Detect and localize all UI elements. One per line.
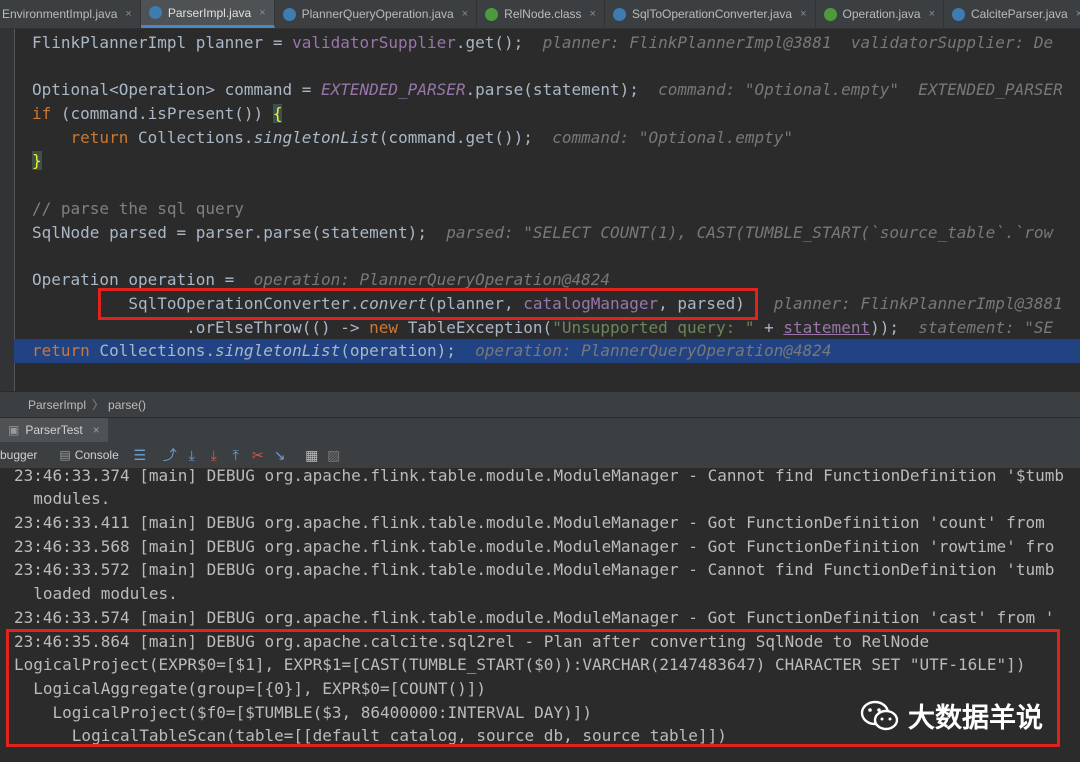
drop-frame-icon[interactable]: ✂	[247, 445, 269, 465]
tab-debugger[interactable]: bugger	[0, 448, 37, 462]
tab-label: CalciteParser.java	[971, 7, 1068, 21]
code-line: Optional<Operation> command = EXTENDED_P…	[32, 80, 1063, 99]
code-line: SqlNode parsed = parser.parse(statement)…	[32, 223, 1054, 242]
tab-run-config[interactable]: ▣ ParserTest ×	[0, 418, 108, 442]
close-icon[interactable]: ×	[125, 8, 131, 20]
wechat-icon	[860, 700, 899, 730]
close-icon[interactable]: ×	[462, 8, 468, 20]
log-line: 23:46:33.574 [main] DEBUG org.apache.fli…	[14, 608, 1055, 627]
log-line: 23:46:33.572 [main] DEBUG org.apache.fli…	[14, 560, 1055, 579]
debug-toolbar: bugger ▤ Console ☰ ⤴ ⤓ ⤓ ⤒ ✂ ↘ ▦ ▨	[0, 442, 1080, 469]
tab-label: Operation.java	[842, 7, 921, 21]
tab-console[interactable]: Console	[75, 448, 119, 462]
breadcrumb-file[interactable]: ParserImpl	[28, 398, 86, 412]
tab-label: SqlToOperationConverter.java	[631, 7, 793, 21]
watermark-text: 大数据羊说	[908, 703, 1043, 733]
debug-inline-value: planner: FlinkPlannerImpl@3881 validator…	[542, 33, 1054, 52]
debug-inline-value: operation: PlannerQueryOperation@4824	[253, 270, 610, 289]
step-over-icon[interactable]: ⤓	[181, 445, 203, 465]
debug-inline-value: parsed: "SELECT COUNT(1), CAST(TUMBLE_ST…	[446, 223, 1054, 242]
log-line: 23:46:33.374 [main] DEBUG org.apache.fli…	[14, 469, 1064, 485]
tab-label: ParserImpl.java	[167, 5, 252, 20]
tab-planner-query-operation[interactable]: PlannerQueryOperation.java ×	[275, 0, 478, 28]
tab-label: PlannerQueryOperation.java	[301, 7, 454, 21]
log-line: 23:46:33.568 [main] DEBUG org.apache.fli…	[14, 537, 1055, 556]
code-line: }	[32, 151, 42, 170]
close-icon[interactable]: ×	[1076, 8, 1080, 20]
breadcrumb: ParserImpl 〉 parse()	[0, 391, 1080, 417]
menu-lines-icon[interactable]: ☰	[129, 445, 151, 465]
editor-gutter[interactable]	[0, 29, 15, 391]
show-execution-point-icon[interactable]: ⤴	[159, 445, 181, 465]
code-line: FlinkPlannerImpl planner = validatorSupp…	[32, 33, 1054, 52]
class-icon	[282, 7, 296, 21]
close-icon[interactable]: ×	[929, 8, 935, 20]
step-out-icon[interactable]: ⤒	[225, 445, 247, 465]
interface-icon	[823, 7, 837, 21]
code-line: return Collections.singletonList(command…	[70, 128, 794, 147]
evaluate-expression-icon[interactable]: ▦	[301, 445, 323, 465]
tab-label: RelNode.class	[504, 7, 582, 21]
log-line: modules.	[14, 489, 111, 508]
tab-relnode[interactable]: RelNode.class ×	[477, 0, 605, 28]
class-icon	[952, 7, 965, 21]
close-icon[interactable]: ×	[590, 8, 596, 20]
debug-inline-value: planner: FlinkPlannerImpl@3881	[773, 294, 1063, 313]
code-line: return Collections.singletonList(operati…	[32, 341, 832, 360]
trace-icon[interactable]: ▨	[323, 445, 345, 465]
breadcrumb-separator: 〉	[92, 398, 105, 412]
run-to-cursor-icon[interactable]: ↘	[269, 445, 291, 465]
class-icon	[612, 7, 626, 21]
log-line: loaded modules.	[14, 584, 178, 603]
breadcrumb-method[interactable]: parse()	[108, 398, 146, 412]
console-icon: ▤	[59, 448, 71, 462]
editor-tab-bar: EnvironmentImpl.java × ParserImpl.java × P…	[0, 0, 1080, 29]
close-icon[interactable]: ×	[93, 423, 100, 437]
tab-calcite-parser[interactable]: CalciteParser.java ×	[944, 0, 1080, 28]
code-line: if (command.isPresent()) {	[32, 104, 283, 123]
debug-inline-value: command: "Optional.empty" EXTENDED_PARSE…	[658, 80, 1063, 99]
run-config-label: ParserTest	[25, 423, 83, 437]
log-line: 23:46:33.411 [main] DEBUG org.apache.fli…	[14, 513, 1045, 532]
tab-sql-to-operation-converter[interactable]: SqlToOperationConverter.java ×	[605, 0, 816, 28]
tab-label: EnvironmentImpl.java	[2, 7, 118, 21]
close-icon[interactable]: ×	[800, 8, 806, 20]
code-line: // parse the sql query	[32, 199, 244, 218]
class-icon	[148, 6, 162, 19]
tab-environment-impl[interactable]: EnvironmentImpl.java ×	[0, 0, 141, 28]
annotation-box-convert	[98, 288, 758, 320]
tab-operation[interactable]: Operation.java ×	[816, 0, 944, 28]
close-icon[interactable]: ×	[259, 7, 265, 19]
interface-icon	[485, 7, 499, 21]
debug-inline-value: statement: "SE	[918, 318, 1054, 337]
watermark: 大数据羊说	[860, 696, 1043, 735]
debug-tool-window-header: ▣ ParserTest ×	[0, 417, 1080, 442]
step-into-icon[interactable]: ⤓	[203, 445, 225, 465]
debug-inline-value: operation: PlannerQueryOperation@4824	[475, 341, 832, 360]
tab-parser-impl[interactable]: ParserImpl.java ×	[140, 0, 275, 28]
code-editor[interactable]: FlinkPlannerImpl planner = validatorSupp…	[0, 29, 1080, 391]
test-icon: ▣	[8, 423, 20, 437]
debug-inline-value: command: "Optional.empty"	[552, 128, 794, 147]
